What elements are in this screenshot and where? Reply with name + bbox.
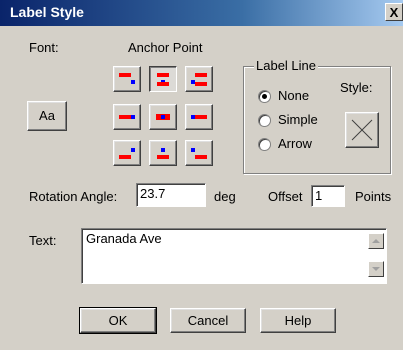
anchor-top-left-icon [119,73,135,84]
anchor-top-center-button[interactable] [149,66,177,92]
arrow-down-icon [372,267,380,271]
anchor-top-right-button[interactable] [185,66,213,92]
title-bar[interactable]: Label Style X [0,0,403,26]
offset-input[interactable]: 1 [311,185,345,207]
anchor-bottom-center-icon [157,148,169,159]
anchor-middle-left-button[interactable] [113,104,141,130]
style-label: Style: [340,80,373,95]
radio-simple[interactable] [258,114,271,127]
label-style-dialog: Label Style X Font: Aa Anchor Point Labe… [0,0,403,350]
anchor-bottom-right-icon [191,148,207,159]
anchor-middle-left-icon [119,115,135,119]
scroll-up-button[interactable] [368,233,384,249]
deg-label: deg [214,189,236,204]
anchor-center-icon [156,114,170,120]
ok-button[interactable]: OK [79,307,157,334]
anchor-top-center-icon [157,73,169,86]
cancel-button[interactable]: Cancel [170,308,246,333]
anchor-center-button[interactable] [149,104,177,130]
rotation-angle-input[interactable]: 23.7 [136,183,206,207]
radio-none-label[interactable]: None [278,88,309,103]
radio-arrow[interactable] [258,138,271,151]
font-label: Font: [29,40,59,55]
close-button[interactable]: X [385,3,403,21]
anchor-middle-right-button[interactable] [185,104,213,130]
anchor-bottom-left-icon [119,148,135,159]
label-text-area[interactable]: Granada Ave [81,228,387,284]
radio-simple-label[interactable]: Simple [278,112,318,127]
anchor-middle-right-icon [191,115,207,119]
anchor-bottom-center-button[interactable] [149,140,177,166]
text-label: Text: [29,233,57,248]
points-label: Points [355,189,392,204]
style-button[interactable] [345,112,379,148]
label-line-label: Label Line [254,58,318,73]
font-button[interactable]: Aa [27,101,67,131]
rotation-angle-label: Rotation Angle: [29,189,118,204]
radio-arrow-label[interactable]: Arrow [278,136,312,151]
window-title: Label Style [10,4,84,20]
anchor-bottom-right-button[interactable] [185,140,213,166]
anchor-point-label: Anchor Point [128,40,203,55]
x-cross-icon [351,119,373,141]
anchor-bottom-left-button[interactable] [113,140,141,166]
scroll-down-button[interactable] [368,261,384,277]
radio-none[interactable] [258,90,271,103]
anchor-top-left-button[interactable] [113,66,141,92]
arrow-up-icon [372,239,380,243]
help-button[interactable]: Help [260,308,336,333]
offset-label: Offset [268,189,303,204]
radio-selected-dot [262,94,267,99]
label-text-value: Granada Ave [86,231,162,246]
anchor-top-right-icon [191,73,207,86]
